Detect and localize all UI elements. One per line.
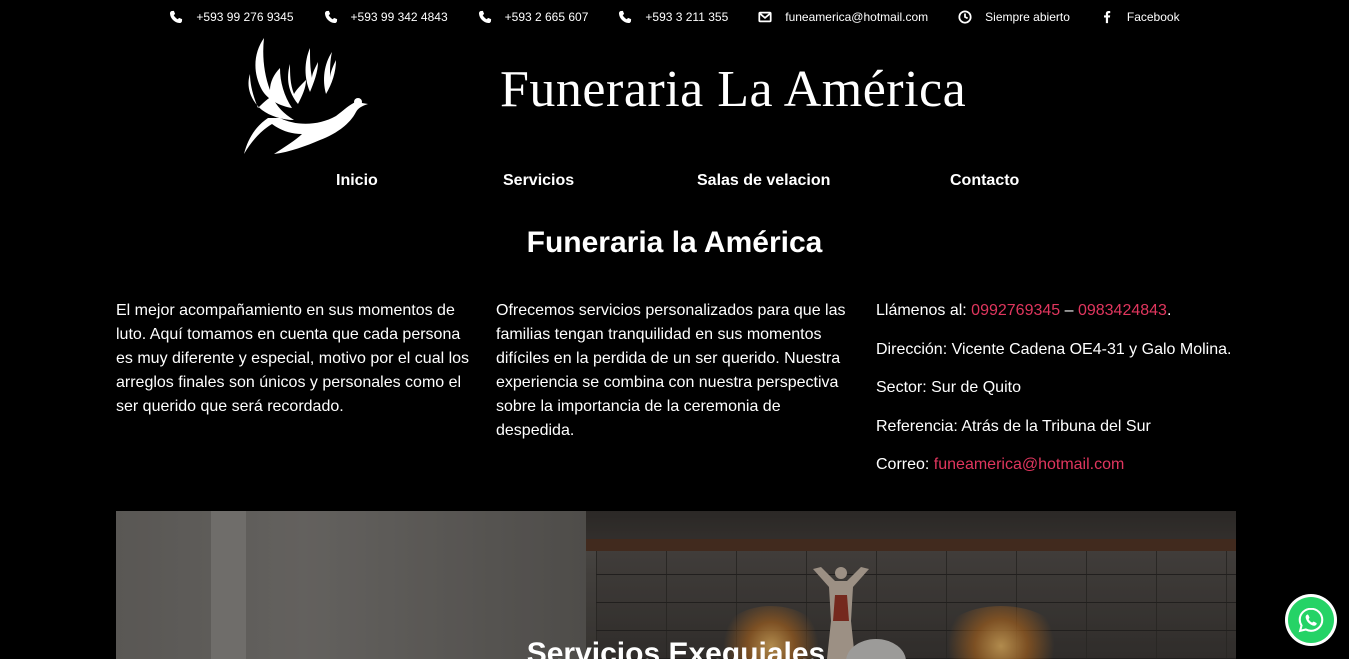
intro-text: El mejor acompañamiento en sus momentos … — [116, 302, 470, 415]
services-text: Ofrecemos servicios personalizados para … — [496, 302, 846, 439]
nav-item-servicios[interactable]: Servicios — [503, 172, 574, 190]
topbar-phone-3-label: +593 2 665 607 — [504, 10, 589, 24]
topbar-phone-1-label: +593 99 276 9345 — [196, 10, 294, 24]
topbar-email-label: funeamerica@hotmail.com — [785, 10, 929, 24]
hero-title: Servicios Exequiales — [526, 637, 826, 659]
phone-icon — [618, 10, 632, 24]
dove-logo-icon[interactable] — [240, 34, 375, 159]
topbar-phone-2-label: +593 99 342 4843 — [350, 10, 448, 24]
nav-item-contacto[interactable]: Contacto — [950, 172, 1019, 190]
topbar-phone-4-label: +593 3 211 355 — [645, 10, 729, 24]
call-label: Llámenos al: — [876, 302, 972, 319]
top-contact-bar: +593 99 276 9345 +593 99 342 4843 +593 2… — [0, 0, 1349, 34]
hero-banner: Servicios Exequiales — [116, 511, 1236, 659]
nav-item-salas-de-velacion[interactable]: Salas de velacion — [697, 172, 830, 190]
topbar-phone-3[interactable]: +593 2 665 607 — [478, 10, 589, 24]
phone-icon — [169, 10, 183, 24]
phone-separator: – — [1060, 302, 1078, 319]
email-label: Correo: — [876, 456, 934, 473]
facebook-icon — [1100, 10, 1114, 24]
contact-reference: Referencia: Atrás de la Tribuna del Sur — [876, 417, 1151, 435]
email-link[interactable]: funeamerica@hotmail.com — [934, 456, 1125, 473]
main-nav: Inicio Servicios Salas de velacion Conta… — [0, 172, 1349, 194]
contact-column: Llámenos al: 0992769345 – 0983424843. Di… — [876, 299, 1236, 492]
page-title: Funeraria la América — [526, 226, 823, 259]
phone-link-1[interactable]: 0992769345 — [971, 302, 1060, 319]
topbar-hours: Siempre abierto — [958, 10, 1070, 24]
intro-column: El mejor acompañamiento en sus momentos … — [116, 299, 472, 419]
topbar-facebook[interactable]: Facebook — [1100, 10, 1180, 24]
site-title[interactable]: Funeraria La América — [500, 60, 966, 119]
topbar-phone-2[interactable]: +593 99 342 4843 — [324, 10, 448, 24]
topbar-hours-label: Siempre abierto — [985, 10, 1070, 24]
services-column: Ofrecemos servicios personalizados para … — [496, 299, 850, 443]
contact-phones: Llámenos al: 0992769345 – 0983424843. — [876, 299, 1236, 323]
phone-icon — [478, 10, 492, 24]
topbar-phone-4[interactable]: +593 3 211 355 — [618, 10, 728, 24]
phone-period: . — [1166, 302, 1172, 319]
topbar-phone-1[interactable]: +593 99 276 9345 — [169, 10, 294, 24]
topbar-email[interactable]: funeamerica@hotmail.com — [758, 10, 928, 24]
whatsapp-icon — [1288, 597, 1334, 643]
envelope-icon — [758, 10, 772, 24]
nav-item-inicio[interactable]: Inicio — [336, 172, 378, 190]
contact-email: Correo: funeamerica@hotmail.com — [876, 453, 1236, 477]
whatsapp-button[interactable] — [1285, 594, 1337, 646]
contact-sector: Sector: Sur de Quito — [876, 379, 1021, 396]
clock-icon — [958, 10, 972, 24]
topbar-facebook-label: Facebook — [1126, 10, 1180, 24]
contact-address: Dirección: Vicente Cadena OE4-31 y Galo … — [876, 340, 1232, 358]
phone-link-2[interactable]: 0983424843 — [1078, 302, 1167, 319]
phone-icon — [324, 10, 338, 24]
